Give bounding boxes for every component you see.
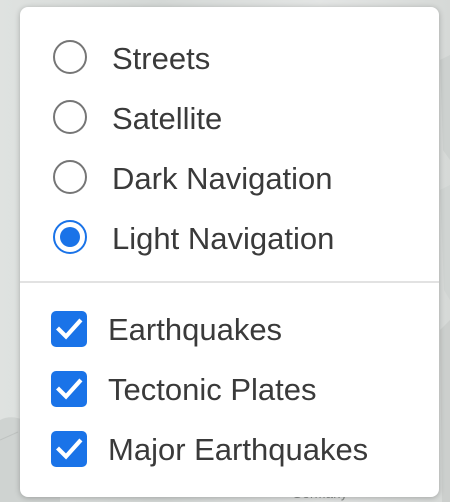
overlay-label: Earthquakes [108,312,283,347]
base-layer-option-dark-navigation[interactable]: Dark Navigation [20,149,439,209]
radio-button-streets[interactable] [53,40,87,74]
radio-button-light-navigation[interactable] [53,220,87,254]
base-layer-option-streets[interactable]: Streets [20,29,439,89]
overlay-layer-list: Earthquakes Tectonic Plates Major Earthq… [20,305,439,485]
base-layer-label: Light Navigation [112,221,335,256]
layer-control-panel: Streets Satellite Dark Navigation Light … [20,7,439,497]
overlay-option-major-earthquakes[interactable]: Major Earthquakes [20,425,439,485]
checkbox-major-earthquakes[interactable] [51,431,87,467]
base-layer-option-light-navigation[interactable]: Light Navigation [20,209,439,269]
layer-separator [20,281,439,283]
checkmark-icon [56,318,83,340]
checkbox-earthquakes[interactable] [51,311,87,347]
overlay-label: Tectonic Plates [108,372,317,407]
overlay-option-earthquakes[interactable]: Earthquakes [20,305,439,365]
overlay-option-tectonic-plates[interactable]: Tectonic Plates [20,365,439,425]
base-layer-list: Streets Satellite Dark Navigation Light … [20,29,439,269]
checkbox-tectonic-plates[interactable] [51,371,87,407]
base-layer-label: Streets [112,41,211,76]
base-layer-label: Satellite [112,101,223,136]
checkmark-icon [56,438,83,460]
base-layer-option-satellite[interactable]: Satellite [20,89,439,149]
overlay-label: Major Earthquakes [108,432,369,467]
base-layer-label: Dark Navigation [112,161,333,196]
checkmark-icon [56,378,83,400]
radio-button-dark-navigation[interactable] [53,160,87,194]
radio-button-satellite[interactable] [53,100,87,134]
